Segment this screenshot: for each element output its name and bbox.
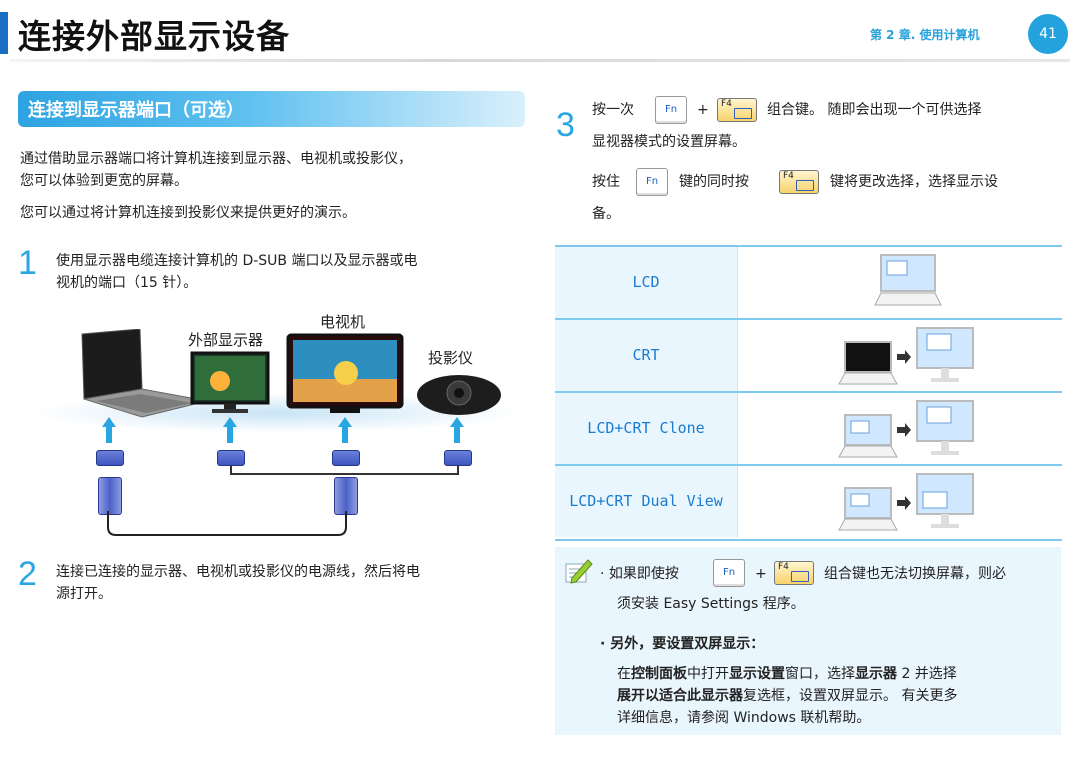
vga-port-icon	[96, 450, 124, 466]
plus-sign: +	[697, 102, 709, 118]
vga-cable	[107, 511, 347, 536]
text-span: 复选框，设置双屏显示。 有关更多	[743, 688, 958, 704]
vga-port-icon	[332, 450, 360, 466]
intro-line-2: 您可以体验到更宽的屏幕。	[20, 173, 188, 189]
f4-key-icon: F4	[774, 561, 814, 585]
cable-line	[457, 465, 459, 475]
arrow-up-icon	[338, 417, 352, 443]
text-span: 窗口，选择	[785, 666, 855, 682]
display-settings-term: 显示设置	[729, 666, 785, 682]
step-2-number: 2	[18, 555, 37, 593]
page-number-badge: 41	[1028, 14, 1068, 54]
extend-desktop-term: 展开以适合此显示器	[617, 688, 743, 704]
f4-key-icon: F4	[717, 98, 757, 122]
monitor-term: 显示器	[855, 666, 897, 682]
mode-row-dual-view: LCD+CRT Dual View	[555, 464, 1062, 541]
step-3-text-b3: 键将更改选择，选择显示设	[830, 174, 998, 190]
f4-key-label: F4	[721, 99, 732, 109]
laptop-screen-icon	[874, 254, 942, 306]
section-title: 连接到显示器端口（可选）	[28, 100, 244, 121]
vga-port-icon	[217, 450, 245, 466]
projector-label: 投影仪	[428, 349, 474, 367]
monitor-image	[190, 351, 270, 413]
intro-line-3: 您可以通过将计算机连接到投影仪来提供更好的演示。	[20, 205, 356, 221]
arrow-up-icon	[450, 417, 464, 443]
monitor-label: 外部显示器	[188, 331, 264, 349]
page-title: 连接外部显示设备	[18, 17, 290, 56]
note-pencil-icon	[565, 559, 593, 584]
text-span: 2 并选择	[897, 666, 957, 682]
mode-label: LCD+CRT Clone	[555, 393, 738, 464]
header-divider	[10, 59, 1070, 62]
text-span: 在	[617, 666, 631, 682]
step-1-line-1: 使用显示器电缆连接计算机的 D-SUB 端口以及显示器或电	[56, 253, 418, 269]
f4-key-icon: F4	[779, 170, 819, 194]
laptop-and-monitor-icon	[838, 400, 974, 458]
plus-sign: +	[755, 566, 767, 582]
step-2-line-1: 连接已连接的显示器、电视机或投影仪的电源线，然后将电	[56, 564, 420, 580]
laptop-and-monitor-icon	[838, 473, 974, 531]
device-illustration: 外部显示器 电视机 投影仪	[30, 305, 530, 540]
fn-key-icon: Fn	[655, 96, 687, 124]
mode-row-clone: LCD+CRT Clone	[555, 391, 1062, 466]
arrow-up-icon	[102, 417, 116, 443]
step-2-line-2: 源打开。	[56, 586, 112, 602]
laptop-and-monitor-icon	[838, 327, 974, 385]
step-3-text-b4: 备。	[592, 206, 620, 222]
f4-key-label: F4	[783, 171, 794, 181]
step-3-text-a2: 组合键。 随即会出现一个可供选择	[767, 102, 982, 118]
note-bullet-1-a: · 如果即使按	[600, 566, 679, 582]
chapter-label: 第 2 章. 使用计算机	[870, 28, 980, 42]
step-3-text-b1: 按住	[592, 174, 620, 190]
step-1-line-2: 视机的端口（15 针）。	[56, 275, 198, 291]
projector-image	[417, 375, 501, 415]
step-3-text-a1: 按一次	[592, 102, 634, 118]
note-bullet-1-c: 须安装 Easy Settings 程序。	[617, 596, 805, 612]
mode-row-crt: CRT	[555, 318, 1062, 393]
step-1-number: 1	[18, 244, 37, 282]
tv-label: 电视机	[320, 313, 366, 331]
tv-image	[286, 333, 404, 413]
mode-label: CRT	[555, 320, 738, 391]
mode-row-lcd: LCD	[555, 245, 1062, 320]
mode-label: LCD+CRT Dual View	[555, 466, 738, 537]
step-3-text-b2: 键的同时按	[679, 174, 749, 190]
step-3-number: 3	[556, 106, 575, 144]
vga-port-icon	[444, 450, 472, 466]
fn-key-icon: Fn	[713, 559, 745, 587]
intro-line-1: 通过借助显示器端口将计算机连接到显示器、电视机或投影仪，	[20, 151, 412, 167]
arrow-up-icon	[223, 417, 237, 443]
fn-key-icon: Fn	[636, 168, 668, 196]
f4-key-label: F4	[778, 562, 789, 572]
mode-label: LCD	[555, 247, 738, 318]
text-span: 中打开	[687, 666, 729, 682]
cable-line	[230, 473, 458, 475]
note-bullet-2-title: · 另外，要设置双屏显示：	[600, 636, 765, 652]
note-bullet-2-line-1: 在控制面板中打开显示设置窗口，选择显示器 2 并选择	[617, 663, 957, 685]
note-bullet-1-b: 组合键也无法切换屏幕，则必	[824, 566, 1006, 582]
header-accent-bar	[0, 12, 8, 54]
vga-plug-icon	[334, 477, 358, 515]
control-panel-term: 控制面板	[631, 666, 687, 682]
step-3-text-a3: 显视器模式的设置屏幕。	[592, 134, 746, 150]
vga-plug-icon	[98, 477, 122, 515]
note-bullet-2-line-2: 展开以适合此显示器复选框，设置双屏显示。 有关更多	[617, 685, 957, 707]
note-bullet-2-line-3: 详细信息，请参阅 Windows 联机帮助。	[617, 710, 871, 726]
